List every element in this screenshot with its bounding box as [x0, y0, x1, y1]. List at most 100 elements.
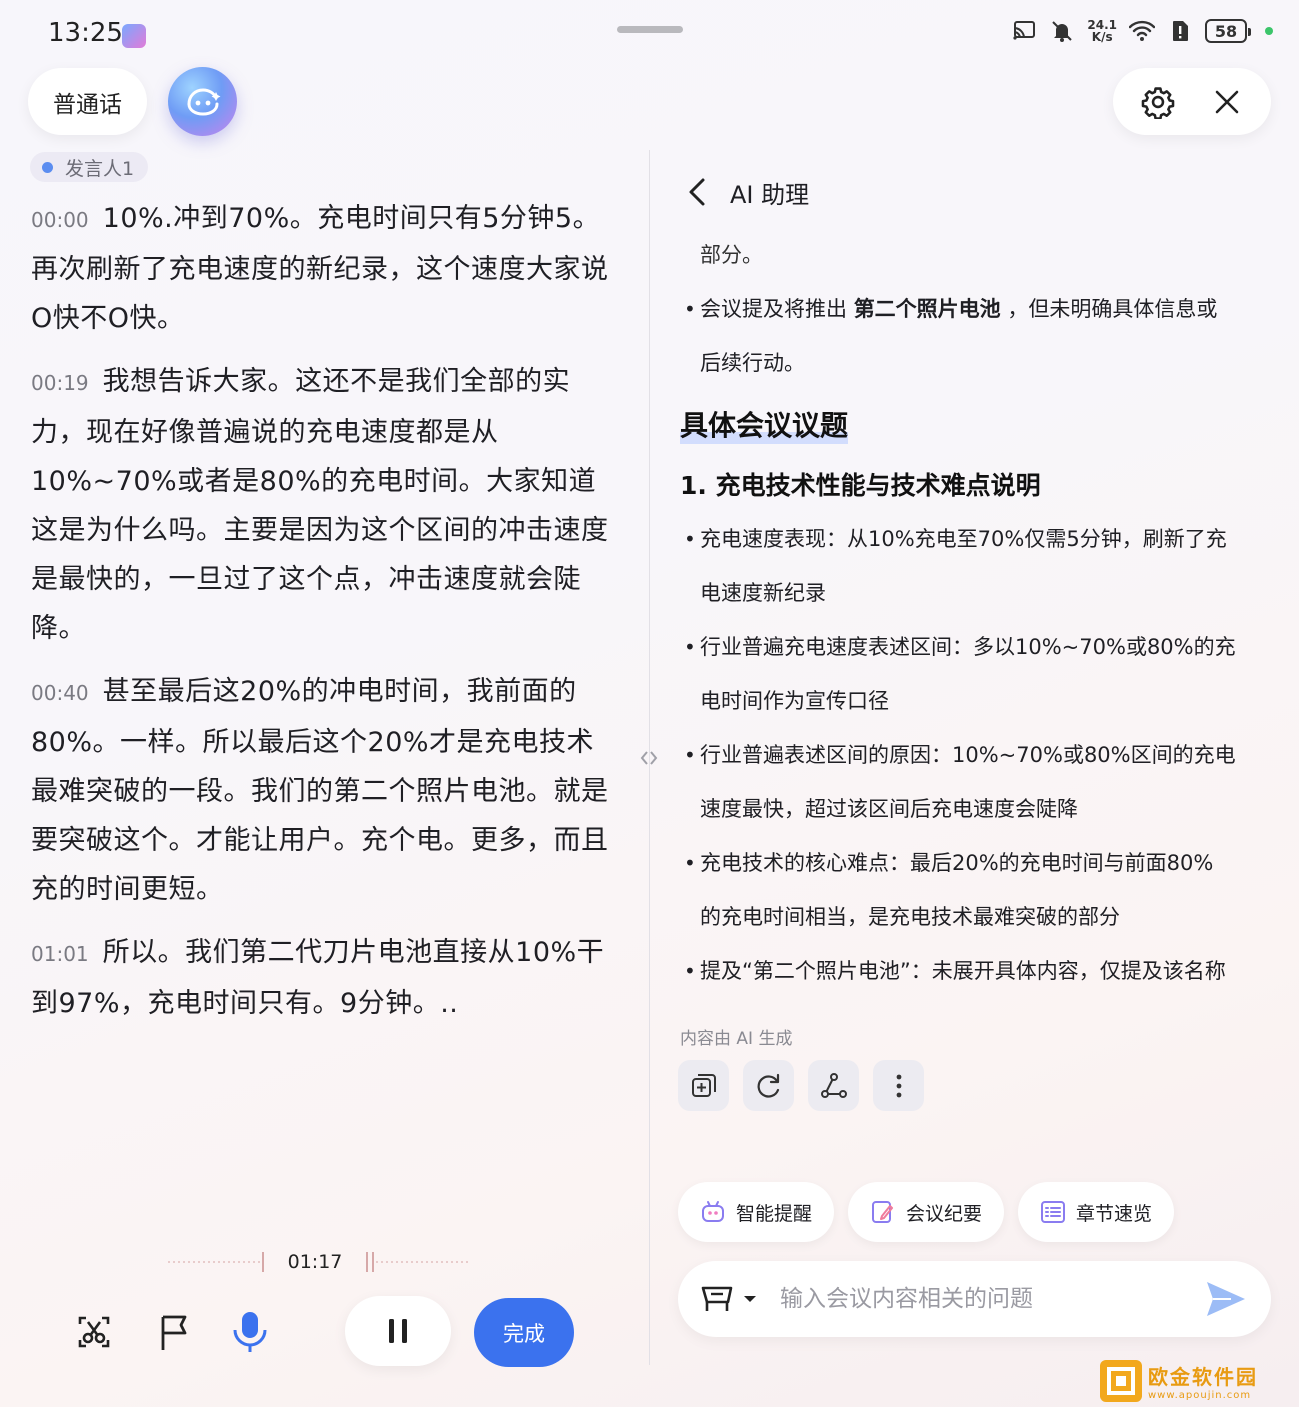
wifi-icon: [1129, 18, 1155, 44]
paragraph-text: 所以。我们第二代刀片电池直接从10%干到97%，充电时间只有。9分钟。..: [31, 937, 605, 1019]
cast-icon: [1011, 18, 1037, 44]
close-icon: [1215, 90, 1238, 113]
topic-bullet: 行业普遍充电速度表述区间：多以10%~70%或80%的充: [680, 620, 1270, 674]
pause-icon: [389, 1319, 407, 1343]
paragraph-text: 10%.冲到70%。充电时间只有5分钟5。再次刷新了充电速度的新纪录，这个速度大…: [31, 203, 609, 334]
gear-icon: [1141, 86, 1174, 119]
transcript-pane: 发言人1 00:00 10%.冲到70%。充电时间只有5分钟5。再次刷新了充电速度…: [0, 150, 648, 1407]
done-button[interactable]: 完成: [474, 1298, 574, 1367]
ai-assistant-pane: AI 助理 部分。 会议提及将推出 第二个照片电池 ，但未明确具体信息或 后续行…: [650, 150, 1299, 1407]
copy-add-icon: [691, 1073, 716, 1097]
ai-face-icon: [187, 87, 220, 116]
microphone-icon: [233, 1312, 267, 1352]
section-title: 具体会议议题: [680, 404, 849, 444]
recording-time: 01:17: [287, 1251, 343, 1273]
assistant-header: AI 助理: [680, 172, 809, 212]
back-button[interactable]: [680, 172, 714, 212]
copy-button[interactable]: [678, 1060, 729, 1111]
quick-actions: 智能提醒 会议纪要 章节速览: [678, 1182, 1175, 1242]
speaker-name: 发言人1: [65, 157, 135, 180]
waveform-marker: [366, 1252, 369, 1272]
microphone-button[interactable]: [228, 1308, 272, 1356]
topic-bullet-cont: 电时间作为宣传口径: [700, 689, 889, 713]
pause-button[interactable]: [345, 1296, 451, 1366]
transcript-paragraph[interactable]: 00:19 我想告诉大家。这还不是我们全部的实力，现在好像普遍说的充电速度都是从1…: [31, 357, 616, 653]
transcript-paragraph[interactable]: 01:01 所以。我们第二代刀片电池直接从10%干到97%，充电时间只有。9分钟。…: [31, 928, 616, 1028]
clip-button[interactable]: [72, 1310, 116, 1354]
ai-generated-note: 内容由 AI 生成: [680, 1029, 793, 1049]
waveform-left: [168, 1261, 260, 1263]
flag-icon: [161, 1315, 187, 1350]
recording-waveform: 01:17: [168, 1248, 469, 1276]
topic-bullet-cont: 的充电时间相当，是充电技术最难突破的部分: [700, 905, 1120, 929]
more-vertical-icon: [896, 1074, 901, 1097]
chip-meeting-minutes[interactable]: 会议纪要: [848, 1182, 1005, 1242]
close-button[interactable]: [1205, 80, 1249, 124]
assistant-title: AI 助理: [730, 180, 810, 209]
status-bar: 13:25 24.1 K/s 58: [0, 0, 1299, 64]
settings-button[interactable]: [1136, 80, 1180, 124]
paragraph-text: 甚至最后这20%的冲电时间，我前面的80%。一样。所以最后这个20%才是充电技术…: [31, 676, 609, 905]
send-icon: [1207, 1282, 1245, 1316]
share-nodes-icon: [820, 1072, 847, 1098]
waveform-marker: [261, 1252, 264, 1272]
robot-reminder-icon: [700, 1199, 726, 1225]
scissors-frame-icon: [78, 1316, 110, 1348]
topic-bullet: 充电技术的核心难点：最后20%的充电时间与前面80%: [680, 836, 1270, 890]
top-actions: [1113, 68, 1271, 135]
input-mode-selector[interactable]: [700, 1283, 780, 1315]
cart-template-icon: [701, 1286, 733, 1311]
privacy-dot: [1265, 27, 1273, 35]
chevron-left-icon: [689, 178, 705, 206]
drag-handle[interactable]: [617, 26, 683, 33]
question-input-bar: [678, 1261, 1271, 1337]
timestamp[interactable]: 00:19: [31, 371, 89, 395]
timestamp[interactable]: 00:00: [31, 208, 89, 232]
transcript-paragraph[interactable]: 00:40 甚至最后这20%的冲电时间，我前面的80%。一样。所以最后这个20%才…: [31, 667, 616, 914]
timestamp[interactable]: 00:40: [31, 681, 89, 705]
speaker-dot: [42, 161, 53, 173]
regenerate-button[interactable]: [743, 1060, 794, 1111]
watermark: 欧金软件园 www.apoujin.com: [1100, 1360, 1290, 1402]
ai-assistant-button[interactable]: [168, 67, 237, 136]
topic-bullet-cont: 速度最快，超过该区间后充电速度会陡降: [700, 797, 1078, 821]
net-speed: 24.1 K/s: [1087, 18, 1117, 44]
more-button[interactable]: [873, 1060, 924, 1111]
transcript-text: 00:00 10%.冲到70%。充电时间只有5分钟5。再次刷新了充电速度的新纪录，…: [31, 194, 616, 1042]
mute-bell-icon: [1049, 18, 1075, 44]
alert-sim-icon: [1167, 18, 1193, 44]
watermark-text: 欧金软件园 www.apoujin.com: [1148, 1365, 1258, 1401]
topic-bullet-cont: 电速度新纪录: [700, 581, 826, 605]
topic-bullet: 提及“第二个照片电池”：未展开具体内容，仅提及该名称: [680, 944, 1270, 998]
share-button[interactable]: [808, 1060, 859, 1111]
timestamp[interactable]: 01:01: [31, 942, 89, 966]
notes-edit-icon: [870, 1199, 896, 1225]
refresh-icon: [757, 1073, 779, 1098]
transcript-paragraph[interactable]: 00:00 10%.冲到70%。充电时间只有5分钟5。再次刷新了充电速度的新纪录，…: [31, 194, 616, 343]
sub-title: 1. 充电技术性能与技术难点说明: [680, 471, 1041, 500]
app-notification-icon: [122, 24, 146, 48]
waveform-marker: [372, 1252, 375, 1272]
topic-bullet: 行业普遍表述区间的原因：10%~70%或80%区间的充电: [680, 728, 1270, 782]
summary-bullet: 会议提及将推出 第二个照片电池 ，但未明确具体信息或: [680, 282, 1270, 336]
send-button[interactable]: [1203, 1276, 1249, 1322]
battery-indicator: 58: [1205, 19, 1251, 43]
summary-fragment: 部分。: [700, 243, 763, 267]
assistant-summary: 部分。 会议提及将推出 第二个照片电池 ，但未明确具体信息或 后续行动。 具体会…: [680, 228, 1270, 998]
summary-bullet-cont: 后续行动。: [700, 351, 805, 375]
caret-down-icon: [744, 1296, 756, 1302]
waveform-right: [376, 1261, 469, 1263]
flag-button[interactable]: [152, 1310, 196, 1354]
chip-chapter-overview[interactable]: 章节速览: [1018, 1182, 1175, 1242]
chapter-list-icon: [1040, 1199, 1066, 1225]
status-time: 13:25: [48, 18, 123, 48]
topic-bullet: 充电速度表现：从10%充电至70%仅需5分钟，刷新了充: [680, 512, 1270, 566]
status-icons: 24.1 K/s 58: [1011, 18, 1273, 44]
question-input[interactable]: [780, 1286, 1203, 1312]
watermark-logo-icon: [1100, 1360, 1142, 1402]
recording-controls: 完成: [0, 1290, 648, 1380]
language-button[interactable]: 普通话: [28, 68, 147, 135]
paragraph-text: 我想告诉大家。这还不是我们全部的实力，现在好像普遍说的充电速度都是从10%~70…: [31, 366, 609, 644]
chip-smart-reminder[interactable]: 智能提醒: [678, 1182, 835, 1242]
speaker-tag[interactable]: 发言人1: [30, 152, 149, 182]
